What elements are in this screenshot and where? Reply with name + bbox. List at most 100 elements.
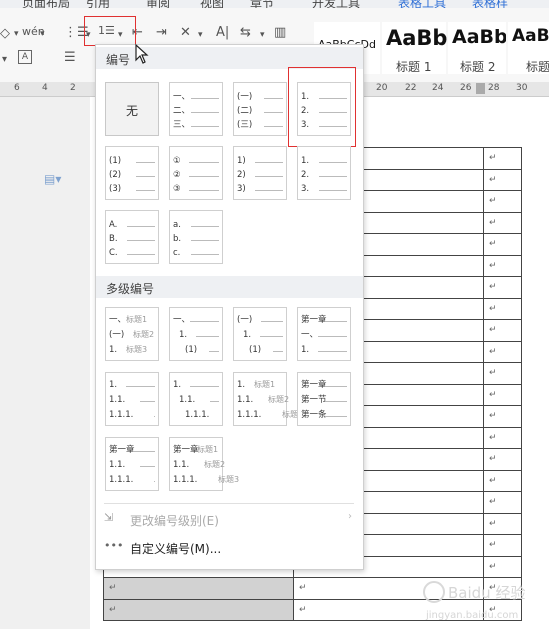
menu-tab[interactable]: 页面布局 (22, 0, 70, 8)
tile-line: A. (109, 220, 155, 230)
numbering-style-tile[interactable]: (一) (二) (三) (233, 82, 287, 136)
style-title[interactable]: AaB 标题 (508, 22, 549, 74)
table-cell[interactable]: ↵ (483, 276, 522, 299)
menu-tab[interactable]: 引用 (86, 0, 110, 8)
style-label: 标题 1 (396, 60, 432, 74)
multilevel-style-tile[interactable]: 1. 1.1. 1.1.1. (105, 372, 159, 426)
table-cell[interactable]: ↵ (483, 319, 522, 342)
table-cell[interactable]: ↵ (483, 362, 522, 385)
numbering-style-tile[interactable]: ① ② ③ (169, 146, 223, 200)
custom-numbering-menu-item[interactable]: ••• 自定义编号(M)... (104, 538, 354, 556)
multilevel-section-header: 多级编号 (96, 276, 363, 298)
multilevel-style-tile[interactable]: 一、 标题1 (一) 标题2 1. 标题3 (105, 307, 159, 361)
tile-line: 3. (301, 120, 347, 130)
column-marker-icon[interactable] (476, 83, 485, 94)
table-cell[interactable]: ↵ (483, 555, 522, 578)
number-marker: 1. (173, 380, 182, 390)
table-cell[interactable]: ↵ (483, 448, 522, 471)
change-level-menu-item[interactable]: ⇲ 更改编号级别(E) › (104, 510, 354, 528)
number-marker: A. (109, 220, 118, 230)
menu-tab[interactable]: 开发工具 (312, 0, 360, 8)
eraser-icon[interactable]: ◇ (0, 26, 10, 42)
placeholder-line (136, 162, 155, 163)
numbering-style-tile[interactable]: 一、 二、 三、 (169, 82, 223, 136)
number-marker: 1. (109, 380, 118, 390)
table-cell[interactable]: ↵ (483, 254, 522, 277)
tile-line: c. (173, 248, 219, 258)
multilevel-style-tile[interactable]: 第一章 一、 1. (297, 307, 351, 361)
table-cell[interactable]: ↵ (483, 297, 522, 320)
number-marker: 1.1. (109, 460, 126, 470)
table-cell[interactable]: ↵ (483, 534, 522, 557)
multilevel-style-tile[interactable]: (一) 1. (1) (233, 307, 287, 361)
heading-text: 标题2 (204, 460, 226, 469)
menu-tab[interactable]: 表格工具 (398, 0, 446, 8)
style-heading-2[interactable]: AaBb( 标题 2 (448, 22, 506, 74)
tile-line: 一、 (173, 92, 219, 102)
numbering-style-tile[interactable]: (1) (2) (3) (105, 146, 159, 200)
table-cell[interactable]: ↵ (483, 383, 522, 406)
number-marker: 1) (237, 156, 246, 166)
align-left-icon[interactable]: ☰ (64, 50, 76, 66)
number-marker: 一、 (301, 330, 319, 340)
placeholder-line (140, 466, 155, 467)
table-cell[interactable]: ↵ (103, 598, 294, 621)
chinese-layout-icon[interactable]: ✕ (180, 25, 191, 41)
line-spacing-icon[interactable]: ⇆ (240, 25, 251, 41)
dropdown-arrow-icon[interactable]: ▾ (40, 26, 45, 42)
tile-line: (二) (237, 106, 283, 116)
multilevel-style-tile[interactable]: 1. 1.1. 1.1.1. (169, 372, 223, 426)
dropdown-arrow-icon[interactable]: ▾ (14, 26, 19, 42)
table-cell[interactable]: ↵ (483, 190, 522, 213)
dropdown-arrow-icon[interactable]: ▾ (198, 27, 203, 43)
number-marker: 第一节 (301, 395, 327, 405)
table-cell[interactable]: ↵ (483, 147, 522, 170)
style-heading-1[interactable]: AaBb 标题 1 (382, 22, 447, 74)
number-marker: 1.1.1. (109, 410, 134, 420)
placeholder-line (319, 126, 347, 127)
char-border-icon[interactable]: A (18, 50, 32, 64)
placeholder-line (190, 321, 219, 322)
ruler-tick: 26 (460, 83, 472, 93)
table-cell[interactable]: ↵ (483, 469, 522, 492)
numbering-none-tile[interactable]: 无 (105, 82, 159, 136)
multilevel-style-tile[interactable]: 一、 1. (1) (169, 307, 223, 361)
baidu-watermark: Baidu 经验 jingyan.baidu.com (420, 578, 538, 624)
multilevel-style-tile[interactable]: 1. 标题1 1.1. 标题2 1.1.1. 标题3 (233, 372, 303, 426)
numbering-style-tile[interactable]: 1) 2) 3) (233, 146, 287, 200)
numbering-style-tile[interactable]: 1. 2. 3. (297, 82, 351, 136)
table-cell[interactable]: ↵ (483, 512, 522, 535)
placeholder-line (255, 176, 283, 177)
text-direction-icon[interactable]: A| (216, 25, 229, 41)
table-cell[interactable]: ↵ (483, 168, 522, 191)
table-cell[interactable]: ↵ (483, 340, 522, 363)
font-color-dropdown-icon[interactable]: ▾ (2, 52, 7, 68)
table-cell[interactable]: ↵ (483, 405, 522, 428)
multilevel-style-tile[interactable]: 第一章 1.1. 1.1.1. (105, 437, 159, 491)
menu-tab[interactable]: 章节 (250, 0, 274, 8)
menu-tab[interactable]: 表格样 (472, 0, 508, 8)
table-cell[interactable]: ↵ (483, 426, 522, 449)
table-cell[interactable]: ↵ (483, 211, 522, 234)
document-nav-icon[interactable]: ▤▾ (44, 172, 61, 186)
dropdown-arrow-icon[interactable]: ▾ (260, 27, 265, 43)
multilevel-style-tile[interactable]: 第一章 第一节 第一条 (297, 372, 351, 426)
numbering-style-tile[interactable]: a. b. c. (169, 210, 223, 264)
tile-line: 2. (301, 170, 347, 180)
multilevel-style-tile[interactable]: 第一章 标题1 1.1. 标题2 1.1.1. 标题3 (169, 437, 239, 491)
increase-indent-icon[interactable]: ⇥ (156, 25, 167, 41)
menu-tab[interactable]: 视图 (200, 0, 224, 8)
ruler-tick: 28 (488, 83, 500, 93)
tile-line: 2. (301, 106, 347, 116)
numbering-style-tile[interactable]: 1. 2. 3. (297, 146, 351, 200)
menu-tab[interactable]: 审阅 (146, 0, 170, 8)
numbering-style-tile[interactable]: A. B. C. (105, 210, 159, 264)
table-cell[interactable]: ↵ (483, 491, 522, 514)
heading-text: 标题1 (197, 445, 219, 454)
tile-line: 1. (301, 345, 347, 355)
tile-line: (一) 标题2 (109, 330, 155, 340)
tile-line: (三) (237, 120, 283, 130)
table-tab-icon[interactable]: ▥ (274, 25, 286, 41)
table-cell[interactable]: ↵ (103, 577, 294, 600)
table-cell[interactable]: ↵ (483, 233, 522, 256)
